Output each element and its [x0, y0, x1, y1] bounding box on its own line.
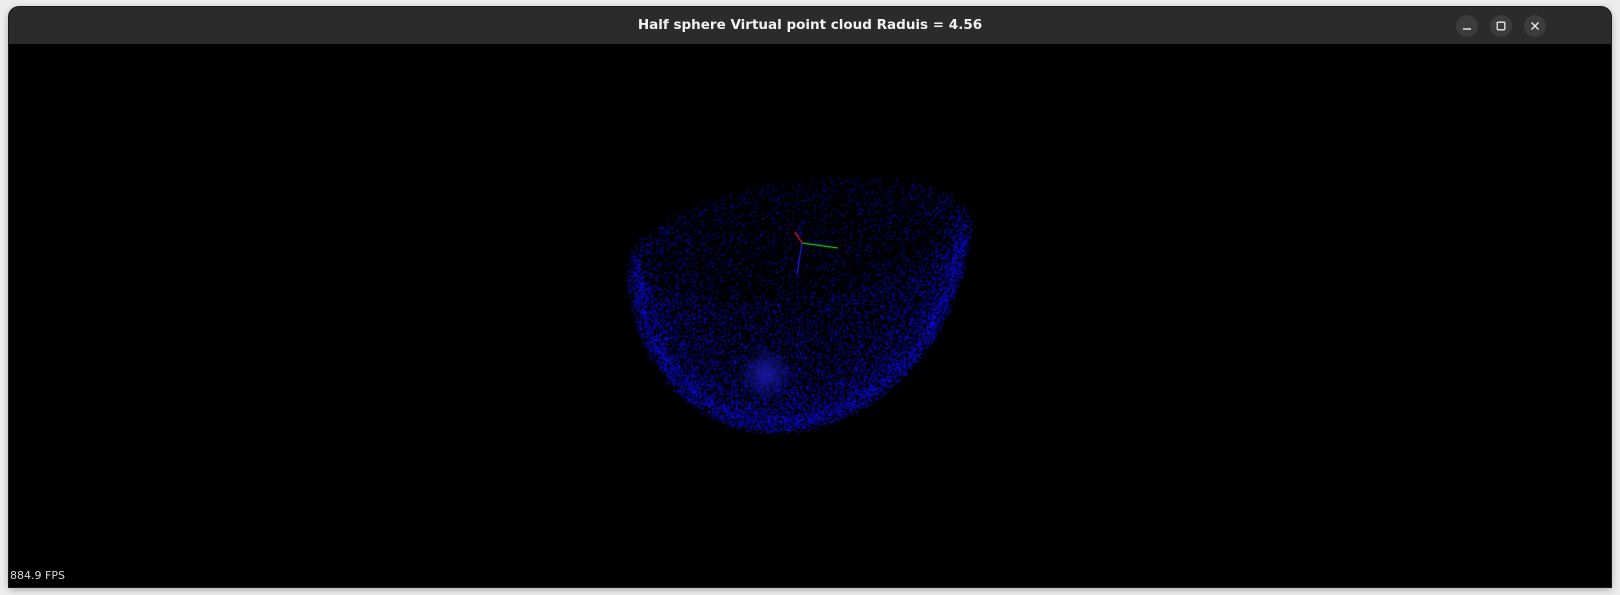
- close-icon: [1531, 22, 1539, 30]
- app-window: Half sphere Virtual point cloud Raduis =…: [9, 7, 1611, 587]
- title-bar[interactable]: Half sphere Virtual point cloud Raduis =…: [9, 7, 1611, 45]
- window-title: Half sphere Virtual point cloud Raduis =…: [637, 17, 983, 33]
- point-cloud-viewport[interactable]: 884.9 FPS: [9, 44, 1611, 587]
- maximize-icon: [1496, 21, 1506, 31]
- minimize-button[interactable]: [1456, 15, 1478, 37]
- minimize-icon: [1463, 28, 1471, 30]
- point-cloud-canvas[interactable]: [9, 44, 1611, 587]
- fps-counter: 884.9 FPS: [10, 569, 65, 582]
- maximize-button[interactable]: [1490, 15, 1512, 37]
- close-button[interactable]: [1524, 15, 1546, 37]
